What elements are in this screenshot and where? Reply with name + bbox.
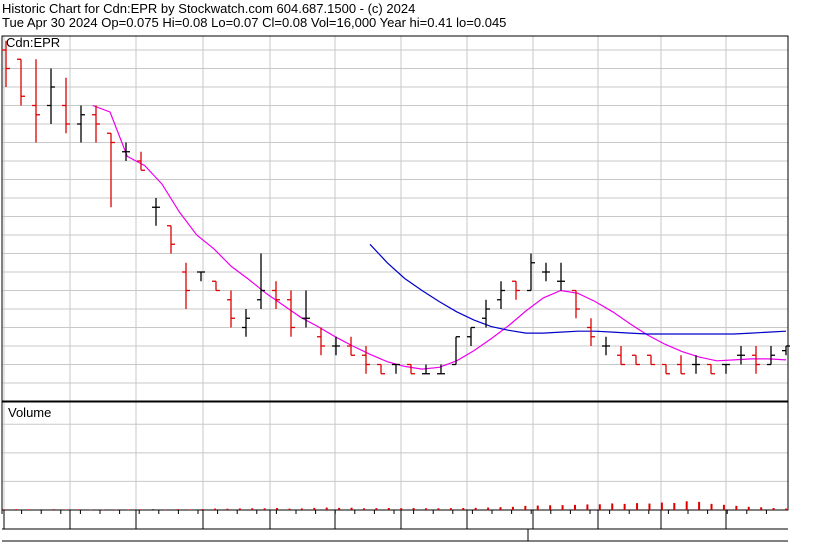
price-bars — [2, 40, 790, 375]
moving-average-long-line — [369, 243, 787, 335]
volume-legend: Volume — [8, 405, 51, 420]
price-legend: Cdn:EPR — [6, 35, 60, 50]
volume-bars — [3, 501, 787, 510]
x-axis — [1, 510, 788, 542]
grid — [2, 36, 788, 510]
moving-averages — [92, 104, 787, 370]
moving-average-short-line — [92, 104, 787, 370]
volume-panel-frame — [1, 401, 789, 511]
stock-chart: Cdn:EPR Volume — [1, 35, 790, 542]
